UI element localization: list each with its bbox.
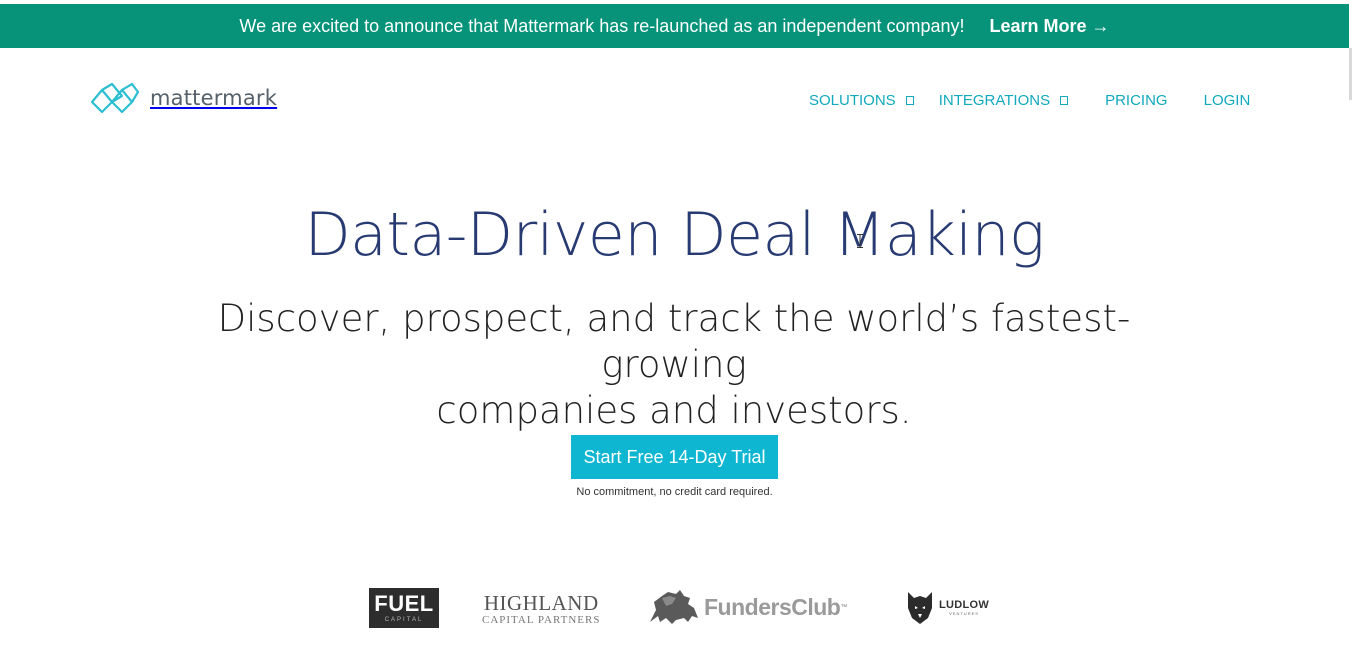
nav-solutions-label: SOLUTIONS: [809, 92, 896, 109]
fuel-logo-name: FUEL: [374, 591, 434, 616]
hero-subtitle-line2: companies and investors.: [436, 389, 912, 432]
ludlow-logo-name: LUDLOW: [939, 598, 990, 611]
hero-subtitle-line1: Discover, prospect, and track the world’…: [217, 297, 1131, 386]
nav-integrations[interactable]: INTEGRATIONS: [938, 92, 1069, 109]
announcement-message: We are excited to announce that Matterma…: [239, 15, 965, 36]
highland-logo-sub: CAPITAL PARTNERS: [482, 614, 601, 626]
fundersclub-logo-name: FundersClub: [704, 593, 841, 620]
main-nav: SOLUTIONS INTEGRATIONS PRICING LOGIN: [809, 92, 1250, 109]
start-trial-button[interactable]: Start Free 14-Day Trial: [571, 435, 778, 479]
hero-title: Data-Driven Deal Making: [304, 200, 1045, 270]
nav-pricing[interactable]: PRICING: [1105, 92, 1168, 109]
ludlow-ventures-logo: LUDLOW VENTURES: [906, 588, 989, 626]
announcement-bar: We are excited to announce that Matterma…: [0, 4, 1349, 48]
fundersclub-logo: FundersClub ™: [646, 588, 847, 626]
ludlow-logo-text: LUDLOW VENTURES: [939, 599, 989, 616]
lion-icon: [650, 590, 698, 624]
cta-note: No commitment, no credit card required.: [576, 486, 773, 498]
nav-integrations-label: INTEGRATIONS: [938, 92, 1051, 109]
wolf-icon: [908, 592, 932, 624]
brand-wordmark: mattermark: [150, 86, 278, 110]
brand-logo[interactable]: mattermark: [90, 82, 277, 114]
highland-logo-name: HIGHLAND: [483, 591, 599, 615]
learn-more-link[interactable]: Learn More →: [990, 16, 1110, 37]
dropdown-caret-icon: [1060, 96, 1069, 105]
ludlow-logo-sub: VENTURES: [949, 610, 979, 616]
fuel-capital-logo: FUEL CAPITAL: [369, 588, 439, 628]
dropdown-caret-icon: [905, 96, 914, 105]
nav-login[interactable]: LOGIN: [1204, 92, 1251, 109]
fuel-logo-sub: CAPITAL: [384, 617, 424, 623]
text-cursor-icon: [857, 234, 863, 248]
hero-subtitle: Discover, prospect, and track the world’…: [174, 296, 1174, 434]
site-header: mattermark SOLUTIONS INTEGRATIONS PRICIN…: [0, 48, 1349, 138]
mattermark-logo-icon: [90, 82, 140, 114]
fundersclub-tm: ™: [840, 603, 848, 611]
highland-capital-logo: HIGHLAND CAPITAL PARTNERS: [482, 592, 600, 626]
nav-solutions[interactable]: SOLUTIONS: [809, 92, 914, 109]
customer-logos: FUEL CAPITAL HIGHLAND CAPITAL PARTNERS F…: [0, 584, 1349, 634]
